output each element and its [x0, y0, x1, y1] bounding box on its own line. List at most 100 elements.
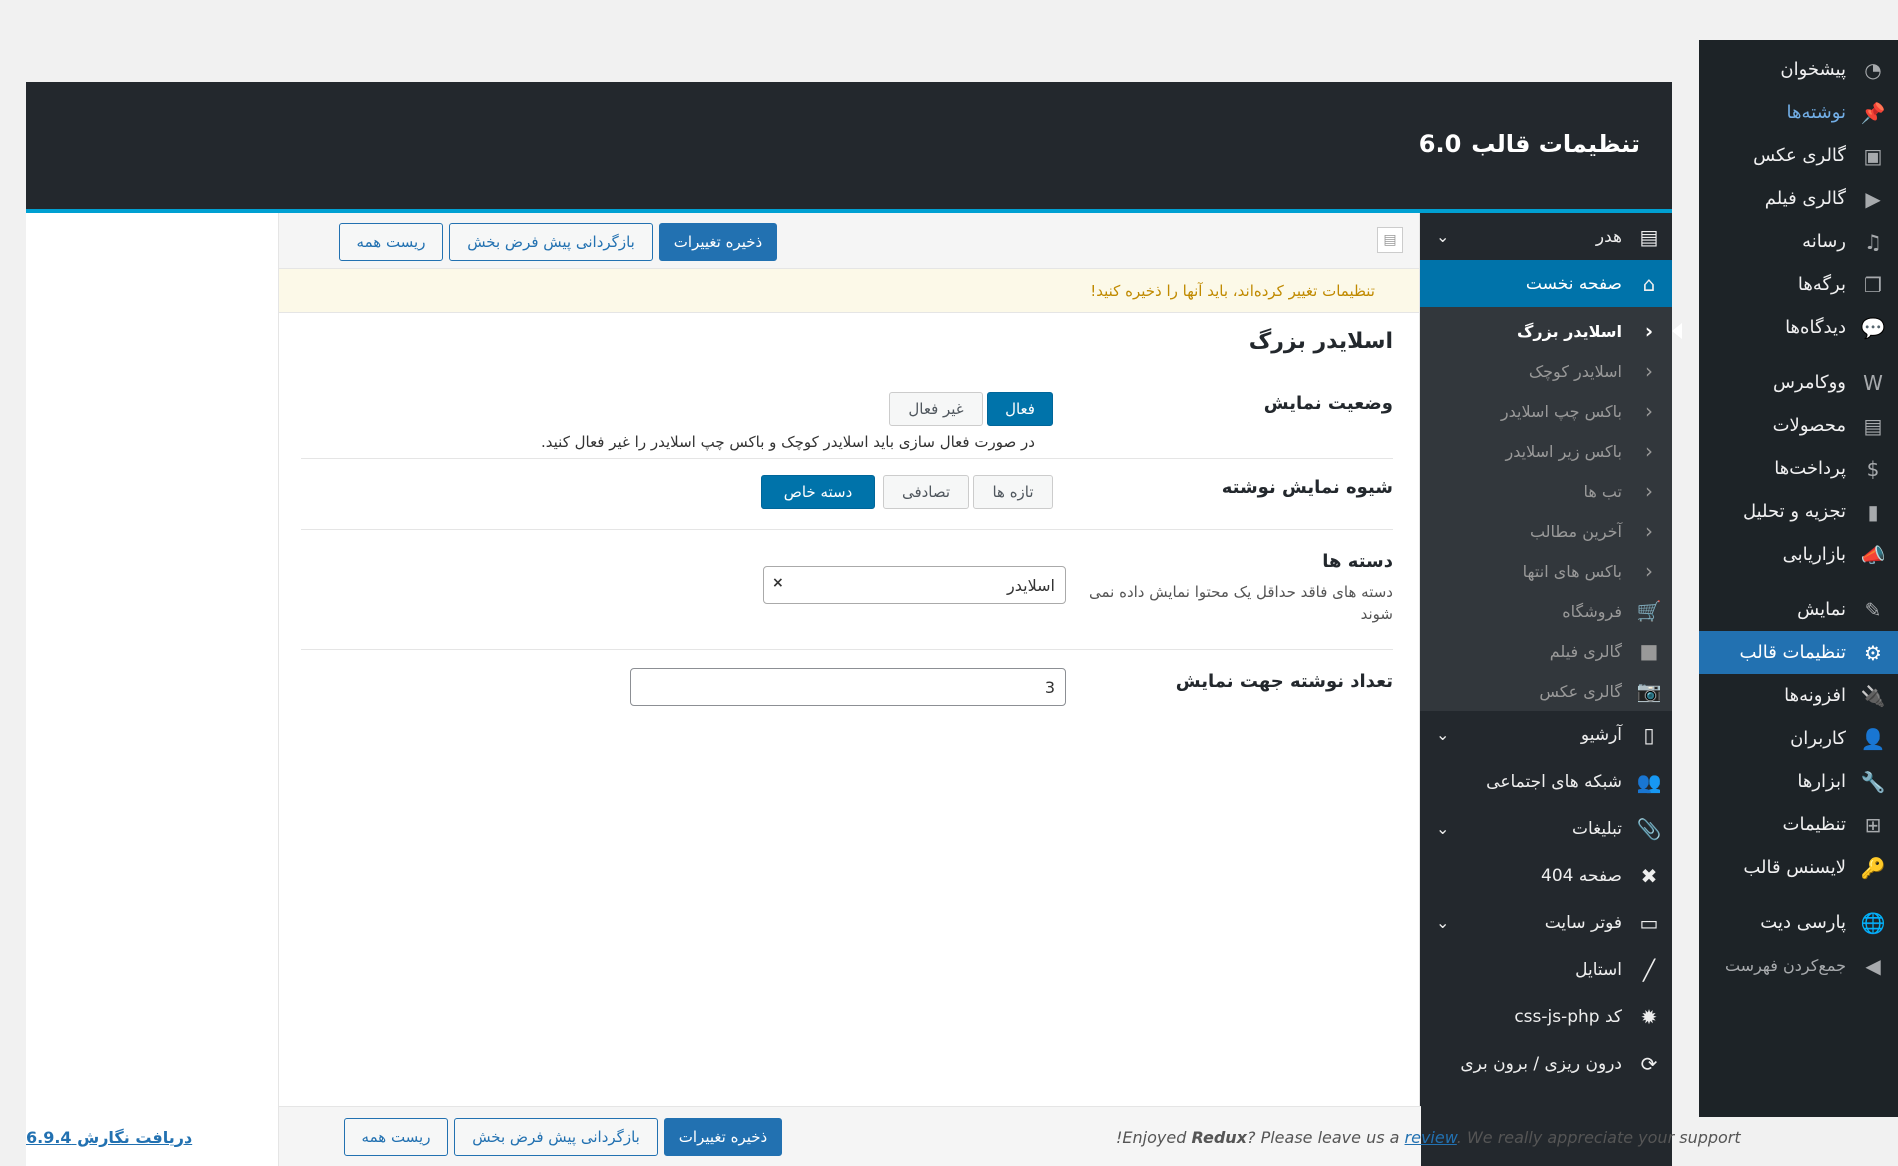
- reset-all-button-top[interactable]: ریست همه: [339, 223, 443, 261]
- credit-mid: ? Please leave us a: [1247, 1128, 1405, 1147]
- expand-options-icon[interactable]: ▤: [1377, 227, 1403, 253]
- redux-section-item[interactable]: ✖ صفحه 404: [1420, 852, 1672, 899]
- redux-section-item[interactable]: ⌂ صفحه نخست: [1420, 260, 1672, 307]
- redux-section-item[interactable]: ✹ کد css-js-php: [1420, 993, 1672, 1040]
- redux-section-label: درون ریزی / برون بری: [1460, 1053, 1622, 1074]
- redux-section-item[interactable]: 👥 شبکه های اجتماعی: [1420, 758, 1672, 805]
- clear-selection-icon[interactable]: ×: [772, 575, 784, 591]
- reset-section-button-bottom[interactable]: بازگردانی پیش فرض بخش: [454, 1118, 658, 1156]
- woocommerce-icon: W: [1863, 370, 1883, 395]
- chevron-down-icon[interactable]: ⌄: [1436, 913, 1449, 932]
- wp-menu-item[interactable]: 🔑 لایسنس قالب: [1699, 846, 1898, 889]
- redux-section-item[interactable]: ▭ فوتر سایت ⌄: [1420, 899, 1672, 946]
- video-camera-icon: ■: [1639, 639, 1659, 663]
- review-link[interactable]: review: [1405, 1128, 1457, 1147]
- wp-menu-item-label: بازاریابی: [1782, 544, 1846, 565]
- chevron-left-icon: ‹: [1645, 559, 1653, 583]
- video-icon: ▶: [1865, 186, 1881, 211]
- save-button-top[interactable]: ذخیره تغییرات: [659, 223, 777, 261]
- mode-random-toggle[interactable]: تصادفی: [883, 475, 969, 509]
- redux-subsection-item[interactable]: ‹ اسلایدر کوچک: [1420, 351, 1672, 391]
- mode-category-toggle[interactable]: دسته خاص: [761, 475, 875, 509]
- wp-menu-item-label: محصولات: [1772, 415, 1846, 436]
- redux-sidebar: ▤ هدر ⌄ ⌂ صفحه نخست ‹ اسلایدر بزرگ ‹ اسلایدر کوچ…: [1420, 213, 1682, 1166]
- reset-all-button-bottom[interactable]: ریست همه: [344, 1118, 448, 1156]
- products-icon: ▤: [1863, 413, 1883, 438]
- mode-latest-toggle[interactable]: تازه ها: [973, 475, 1053, 509]
- redux-section-item[interactable]: ▯ آرشیو ⌄: [1420, 711, 1672, 758]
- analytics-icon: ▮: [1867, 499, 1879, 524]
- redux-subsection-list: ‹ اسلایدر بزرگ ‹ اسلایدر کوچک ‹ باکس چپ اسلای…: [1420, 307, 1682, 711]
- page-title-text: تنظیمات قالب: [1471, 130, 1640, 158]
- wp-menu-item[interactable]: 🔧 ابزارها: [1699, 760, 1898, 803]
- redux-subsection-item[interactable]: ‹ اسلایدر بزرگ: [1420, 311, 1682, 351]
- redux-subsection-item[interactable]: ‹ تب ها: [1420, 471, 1672, 511]
- options-main: ▤ ذخیره تغییرات بازگردانی پیش فرض بخش ری…: [278, 213, 1421, 1166]
- wp-menu-item[interactable]: 📌 نوشته‌ها: [1699, 91, 1898, 134]
- redux-subsection-label: آخرین مطالب: [1529, 521, 1622, 541]
- wp-menu-item-label: برگه‌ها: [1797, 274, 1846, 295]
- redux-section-item[interactable]: 📎 تبلیغات ⌄: [1420, 805, 1672, 852]
- chevron-down-icon[interactable]: ⌄: [1436, 227, 1449, 246]
- wp-menu-item[interactable]: ▤ محصولات: [1699, 404, 1898, 447]
- wp-menu-item[interactable]: 🔌 افزونه‌ها: [1699, 674, 1898, 717]
- redux-subsection-item[interactable]: ‹ باکس های انتها: [1420, 551, 1672, 591]
- chevron-down-icon[interactable]: ⌄: [1436, 725, 1449, 744]
- status-on-toggle[interactable]: فعال: [987, 392, 1053, 426]
- status-off-toggle[interactable]: غیر فعال: [889, 392, 983, 426]
- wp-menu-item[interactable]: ◀ جمع‌کردن فهرست: [1699, 944, 1898, 987]
- wp-menu-item[interactable]: 📣 بازاریابی: [1699, 533, 1898, 576]
- post-count-label: تعداد نوشته جهت نمایش: [1175, 671, 1393, 692]
- redux-subsection-item[interactable]: 📷 گالری عکس: [1420, 671, 1672, 711]
- chevron-down-icon[interactable]: ⌄: [1436, 819, 1449, 838]
- redux-subsection-item[interactable]: 🛒 فروشگاه: [1420, 591, 1672, 631]
- plugins-icon: 🔌: [1860, 683, 1886, 708]
- appearance-icon: ✎: [1864, 597, 1882, 622]
- reset-section-button-top[interactable]: بازگردانی پیش فرض بخش: [449, 223, 653, 261]
- redux-credit: !Enjoyed Redux? Please leave us a review…: [1116, 1128, 1741, 1147]
- wp-menu-item[interactable]: $ پرداخت‌ها: [1699, 447, 1898, 490]
- divider: [301, 529, 1393, 530]
- save-button-bottom[interactable]: ذخیره تغییرات: [664, 1118, 782, 1156]
- redux-subsection-item[interactable]: ‹ باکس چپ اسلایدر: [1420, 391, 1672, 431]
- categories-select[interactable]: اسلایدر ×: [763, 566, 1066, 604]
- post-count-input[interactable]: 3: [630, 668, 1066, 706]
- media-icon: ♫: [1864, 229, 1882, 254]
- redux-section-label: آرشیو: [1580, 724, 1622, 745]
- display-mode-label: شیوه نمایش نوشته: [1221, 477, 1393, 498]
- wp-menu-item[interactable]: W ووکامرس: [1699, 361, 1898, 404]
- redux-subsection-item[interactable]: ■ گالری فیلم: [1420, 631, 1672, 671]
- wp-menu-item[interactable]: ♫ رسانه: [1699, 220, 1898, 263]
- wp-menu-item[interactable]: ▮ تجزیه و تحلیل: [1699, 490, 1898, 533]
- get-version-link[interactable]: دریافت نگارش 6.9.4: [26, 1128, 192, 1147]
- redux-section-item[interactable]: ▤ هدر ⌄: [1420, 213, 1672, 260]
- wp-menu-item-label: کاربران: [1790, 728, 1846, 749]
- wp-menu-item-label: تنظیمات قالب: [1739, 642, 1846, 663]
- wp-menu-item[interactable]: ✎ نمایش: [1699, 588, 1898, 631]
- redux-section-item[interactable]: ⟳ درون ریزی / برون بری: [1420, 1040, 1672, 1087]
- divider: [301, 458, 1393, 459]
- wp-menu-item[interactable]: 💬 دیدگاه‌ها: [1699, 306, 1898, 349]
- tools-icon: 🔧: [1860, 769, 1886, 794]
- redux-subsection-item[interactable]: ‹ باکس زیر اسلایدر: [1420, 431, 1672, 471]
- wp-menu-item[interactable]: ▶ گالری فیلم: [1699, 177, 1898, 220]
- wp-menu-item[interactable]: ⚙ تنظیمات قالب: [1699, 631, 1898, 674]
- wp-menu-item[interactable]: ◔ پیشخوان: [1699, 48, 1898, 91]
- redux-section-label: شبکه های اجتماعی: [1486, 771, 1622, 792]
- wp-menu-item[interactable]: ❐ برگه‌ها: [1699, 263, 1898, 306]
- wp-menu-item-label: ووکامرس: [1773, 372, 1846, 393]
- redux-subsection-item[interactable]: ‹ آخرین مطالب: [1420, 511, 1672, 551]
- wp-menu-item[interactable]: 🌐 پارسی دیت: [1699, 901, 1898, 944]
- dashboard-icon: ◔: [1864, 57, 1882, 82]
- wp-menu-item[interactable]: ⊞ تنظیمات: [1699, 803, 1898, 846]
- redux-section-label: تبلیغات: [1571, 818, 1622, 839]
- x-icon: ✖: [1640, 863, 1658, 888]
- chevron-left-icon: ‹: [1644, 319, 1654, 343]
- redux-section-item[interactable]: ╱ استایل: [1420, 946, 1672, 993]
- redux-panel: تنظیمات قالب 6.0 ▤ هدر ⌄ ⌂ صفحه نخست ‹ اسلایدر …: [26, 82, 1682, 1166]
- brush-icon: ╱: [1642, 957, 1656, 982]
- wp-menu-item-label: پرداخت‌ها: [1774, 458, 1846, 479]
- display-status-label: وضعیت نمایش: [1263, 393, 1393, 414]
- wp-menu-item[interactable]: 👤 کاربران: [1699, 717, 1898, 760]
- wp-menu-item[interactable]: ▣ گالری عکس: [1699, 134, 1898, 177]
